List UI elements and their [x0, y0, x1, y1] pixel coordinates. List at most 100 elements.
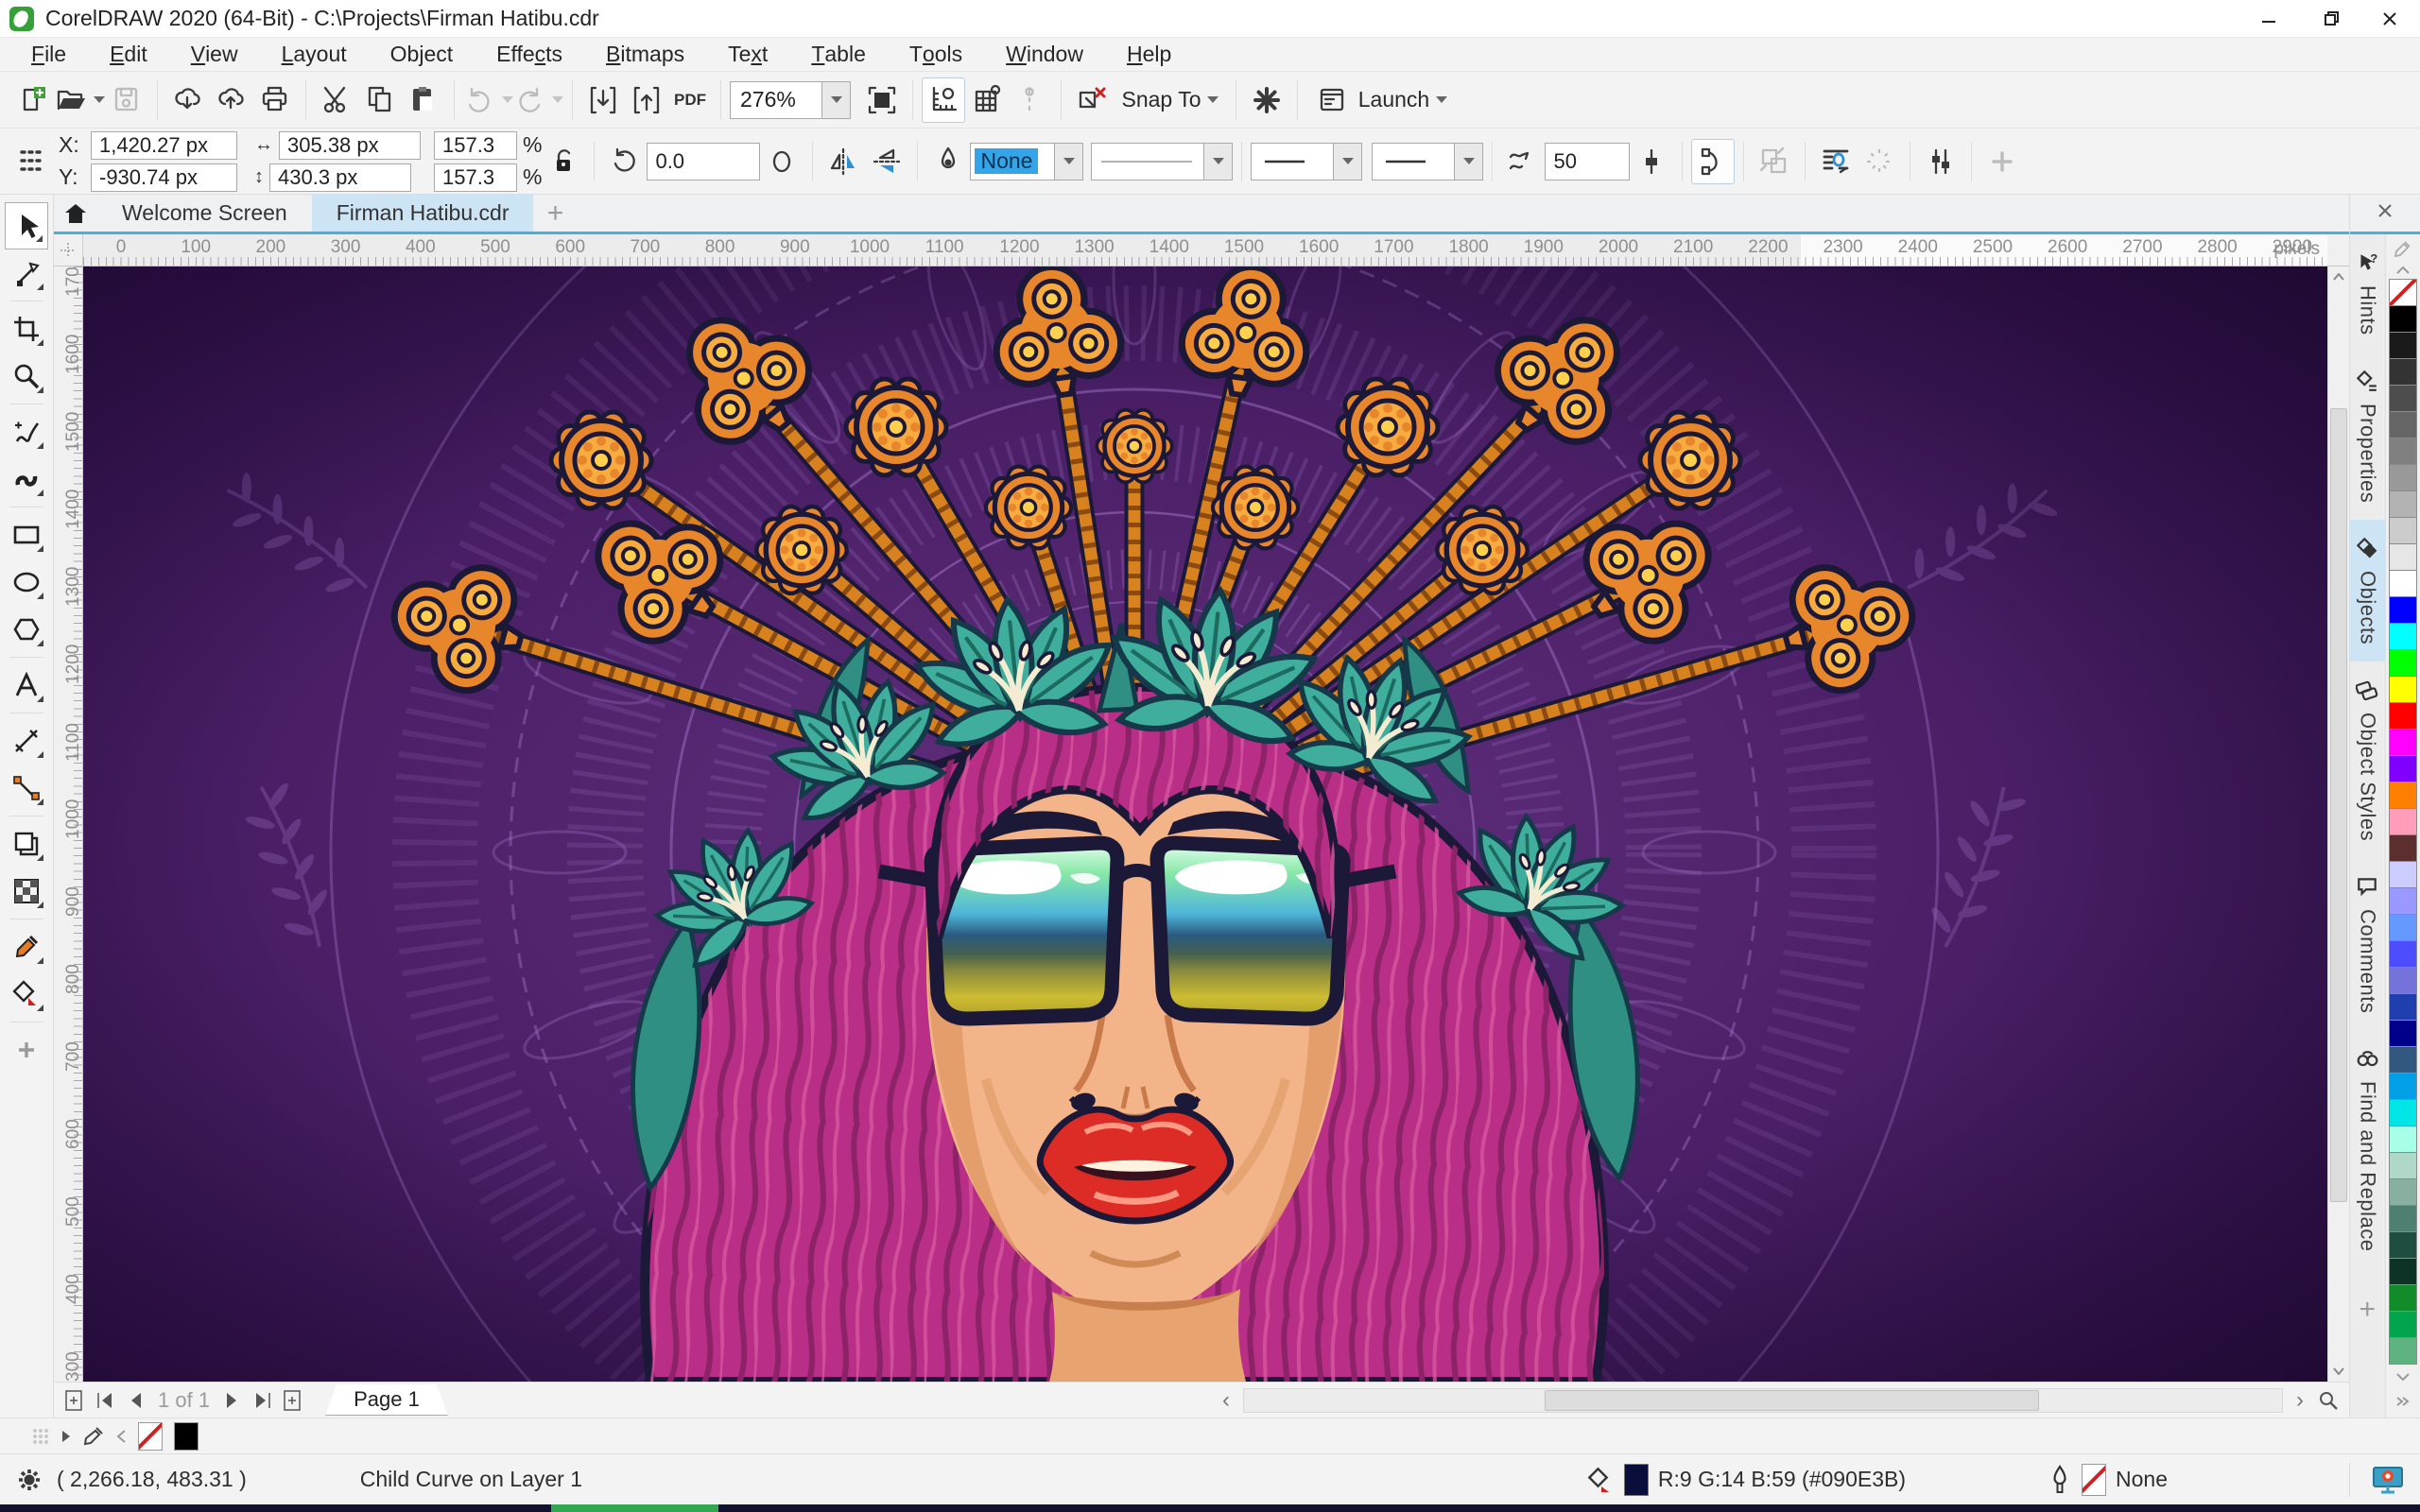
menu-tools[interactable]: To ols	[888, 38, 984, 71]
menu-bitmaps[interactable]: Bitmaps	[584, 38, 706, 71]
add-page-before-button[interactable]	[60, 1386, 90, 1415]
palette-swatch-none[interactable]	[2388, 279, 2417, 306]
cut-button[interactable]	[315, 77, 358, 123]
scale-h-field[interactable]: 157.3	[434, 130, 517, 160]
palette-swatch-#4d4dff[interactable]	[2388, 940, 2417, 968]
palette-swatch-#000000[interactable]	[2388, 305, 2417, 333]
outline-width-combo[interactable]: None	[970, 142, 1084, 180]
cloud-upload-button[interactable]	[210, 77, 253, 123]
docker-tab-comments[interactable]: Comments	[2350, 858, 2385, 1030]
drop-shadow-tool[interactable]	[5, 820, 48, 868]
outline-color-icon[interactable]	[2048, 1464, 2072, 1495]
page-tab[interactable]: Page 1	[325, 1384, 448, 1416]
next-page-button[interactable]	[217, 1386, 248, 1415]
menu-text[interactable]: Te x t	[706, 38, 789, 71]
palette-swatch-#00008b[interactable]	[2388, 1020, 2417, 1047]
palette-swatch-#1a1a1a[interactable]	[2388, 332, 2417, 359]
full-screen-preview-button[interactable]	[860, 77, 904, 123]
menu-help[interactable]: Help	[1105, 38, 1193, 71]
previous-page-button[interactable]	[120, 1386, 150, 1415]
menu-edit[interactable]: Edit	[88, 38, 169, 71]
fit-page-button[interactable]	[2313, 1386, 2343, 1415]
redo-caret-icon[interactable]	[552, 96, 563, 103]
palette-swatch-#5c2e2e[interactable]	[2388, 834, 2417, 862]
ruler-origin-button[interactable]	[54, 234, 83, 266]
object-height-field[interactable]: 430.3 px	[269, 163, 411, 192]
rectangle-tool[interactable]	[5, 511, 48, 558]
palette-swatch-#cccccc[interactable]	[2388, 517, 2417, 544]
palette-swatch-#ffff00[interactable]	[2388, 676, 2417, 703]
palette-scroll-down-icon[interactable]	[2395, 1365, 2411, 1389]
scale-stretch-button[interactable]	[1753, 139, 1796, 184]
palette-swatch-#a8ffe8[interactable]	[2388, 1125, 2417, 1153]
open-caret-icon[interactable]	[94, 96, 105, 103]
palette-expand-icon[interactable]	[2395, 1389, 2411, 1414]
rotation-angle-field[interactable]: 0.0	[647, 142, 761, 180]
document-palette-eyedropper-icon[interactable]	[83, 1426, 104, 1447]
smoothing-field[interactable]: 50	[1545, 142, 1631, 180]
new-document-tab-button[interactable]: +	[533, 195, 577, 232]
transparency-tool[interactable]	[5, 868, 48, 915]
palette-scroll-up-icon[interactable]	[2386, 259, 2420, 280]
launch-dropdown[interactable]: Launch	[1306, 77, 1458, 123]
outline-none-swatch[interactable]	[2082, 1463, 2107, 1496]
show-guidelines-button[interactable]	[1009, 77, 1052, 123]
menu-object[interactable]: Ob j ect	[369, 38, 475, 71]
import-button[interactable]	[581, 77, 625, 123]
palette-swatch-#33587f[interactable]	[2388, 1046, 2417, 1074]
last-page-button[interactable]	[248, 1386, 278, 1415]
snap-to-dropdown[interactable]: Snap To	[1114, 77, 1227, 123]
docker-tab-find-and-replace[interactable]: Find and Replace	[2350, 1030, 2385, 1268]
tab-welcome-screen[interactable]: Welcome Screen	[97, 195, 312, 232]
restore-button[interactable]	[2299, 0, 2360, 37]
cloud-download-button[interactable]	[166, 77, 210, 123]
zoom-level-caret-icon[interactable]	[821, 81, 850, 118]
close-document-icon[interactable]	[2376, 201, 2394, 225]
smart-fill-tool[interactable]	[5, 971, 48, 1018]
wrap-paragraph-text-button[interactable]	[1814, 139, 1858, 184]
scroll-down-icon[interactable]	[2328, 1361, 2349, 1382]
palette-swatch-#ff9ebb[interactable]	[2388, 808, 2417, 835]
customize-plus-button[interactable]	[1980, 139, 2024, 184]
palette-swatch-#00ff00[interactable]	[2388, 649, 2417, 677]
close-button[interactable]	[2360, 0, 2420, 37]
eyedropper-tool[interactable]	[5, 923, 48, 971]
menu-window[interactable]: Window	[984, 38, 1105, 71]
docker-tab-objects[interactable]: Objects	[2350, 519, 2385, 662]
palette-swatch-#ccccff[interactable]	[2388, 861, 2417, 888]
palette-swatch-#7373d9[interactable]	[2388, 967, 2417, 994]
vertical-ruler[interactable]: 1700 1600 1500 1400 1300 1200 1100 1000 900 800 70…	[54, 266, 83, 1382]
palette-swatch-#00a0e8[interactable]	[2388, 1073, 2417, 1100]
tab-document[interactable]: Firman Hatibu.cdr	[311, 195, 534, 232]
palette-swatch-#ff7f00[interactable]	[2388, 782, 2417, 809]
status-options-gear-icon[interactable]	[15, 1466, 43, 1494]
horizontal-ruler[interactable]: pixels 0 100 200 300 400 500 600 700 800 900 1000 1…	[83, 234, 2327, 266]
add-page-after-button[interactable]	[278, 1386, 308, 1415]
show-rulers-button[interactable]	[922, 77, 965, 123]
docker-tab-hints[interactable]: ? Hints	[2350, 234, 2385, 352]
palette-scroll-left-icon[interactable]	[115, 1429, 127, 1444]
palette-swatch-#6699ff[interactable]	[2388, 914, 2417, 941]
shape-tool[interactable]	[5, 249, 48, 297]
publish-pdf-button[interactable]: PDF	[668, 77, 712, 123]
undo-caret-icon[interactable]	[502, 96, 513, 103]
object-properties-sliders-button[interactable]	[1919, 139, 1962, 184]
horizontal-scroll-thumb[interactable]	[1545, 1389, 2039, 1411]
palette-swatch-#333333[interactable]	[2388, 358, 2417, 386]
palette-swatch-#88b0a0[interactable]	[2388, 1178, 2417, 1206]
connector-tool[interactable]	[5, 765, 48, 812]
palette-swatch-#00e5e5[interactable]	[2388, 1099, 2417, 1126]
palette-swatch-#5fb380[interactable]	[2388, 1337, 2417, 1365]
object-position-grid-icon[interactable]	[9, 139, 53, 184]
menu-file[interactable]: File	[9, 38, 88, 71]
palette-swatch-#999999[interactable]	[2388, 464, 2417, 491]
undo-button[interactable]	[463, 77, 513, 123]
show-grid-button[interactable]	[965, 77, 1009, 123]
ellipse-tool[interactable]	[5, 558, 48, 606]
palette-swatch-#9999ff[interactable]	[2388, 887, 2417, 915]
dimension-tool[interactable]	[5, 717, 48, 765]
palette-swatch-#00ffff[interactable]	[2388, 623, 2417, 650]
options-button[interactable]	[1245, 77, 1288, 123]
zoom-tool[interactable]	[5, 352, 48, 400]
fill-color-swatch[interactable]	[1623, 1463, 1649, 1496]
